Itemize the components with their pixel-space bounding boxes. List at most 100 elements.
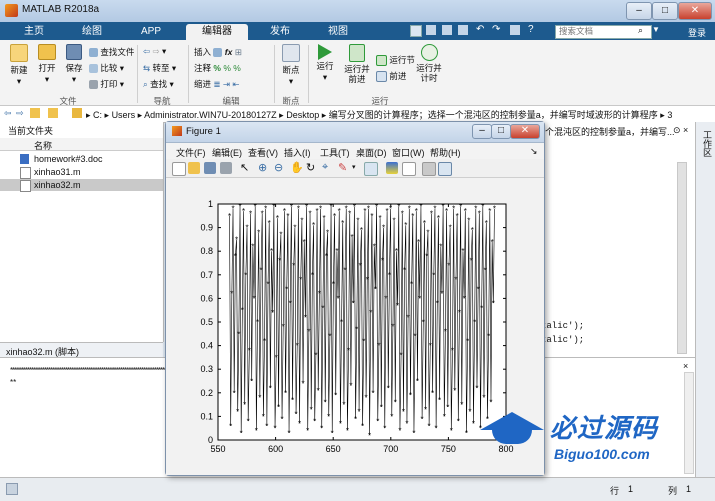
- up-folder-icon[interactable]: [30, 108, 40, 118]
- new-figure-icon[interactable]: [172, 162, 186, 176]
- find-files-button[interactable]: 查找文件: [89, 46, 134, 58]
- run-section-button[interactable]: 运行节: [376, 54, 415, 67]
- save-button[interactable]: 保存 ▾: [61, 44, 87, 85]
- comment-button[interactable]: 注释 % % %: [194, 62, 241, 74]
- login-link[interactable]: 登录: [688, 26, 706, 39]
- close-button[interactable]: ✕: [678, 2, 712, 20]
- zoom-out-icon[interactable]: ⊖: [274, 161, 283, 174]
- save-figure-icon[interactable]: [204, 162, 216, 174]
- graduation-cap-base-icon: [492, 430, 532, 444]
- undo-icon[interactable]: ↶: [476, 24, 484, 35]
- data-point-marker: *: [470, 257, 473, 266]
- menu-desktop[interactable]: 桌面(D): [356, 146, 387, 159]
- print-button[interactable]: 打印 ▾: [89, 78, 124, 90]
- link-plot-icon[interactable]: [364, 162, 378, 176]
- maximize-button[interactable]: □: [652, 2, 678, 20]
- rotate-3d-icon[interactable]: ↻: [306, 161, 315, 174]
- figure-maximize-button[interactable]: □: [491, 124, 511, 139]
- data-point-marker: *: [245, 224, 248, 233]
- find-button[interactable]: ⌕ 查找 ▾: [143, 78, 174, 90]
- figure-title-bar[interactable]: Figure 1 – □ ✕: [166, 122, 544, 143]
- search-icon[interactable]: ⌕: [638, 25, 643, 36]
- chevron-down-icon: ▾: [322, 72, 328, 82]
- workspace-strip[interactable]: 工作区: [695, 122, 715, 477]
- open-button[interactable]: 打开 ▾: [34, 44, 60, 85]
- data-point-marker: *: [323, 214, 326, 223]
- save-icon[interactable]: [410, 25, 422, 37]
- data-point-marker: *: [415, 207, 418, 216]
- open-file-icon[interactable]: [188, 162, 200, 174]
- advance-button[interactable]: 前进: [376, 70, 406, 83]
- show-plot-tools-icon[interactable]: [438, 162, 452, 176]
- menu-view[interactable]: 查看(V): [248, 146, 278, 159]
- dock-icon[interactable]: ↘: [530, 146, 538, 157]
- paste-icon[interactable]: [458, 25, 468, 35]
- run-and-time-button[interactable]: 运行并 计时: [414, 44, 444, 83]
- copy-icon[interactable]: [442, 25, 452, 35]
- tab-home[interactable]: 主页: [8, 24, 60, 40]
- run-and-advance-button[interactable]: 运行并 前进: [342, 44, 372, 84]
- menu-insert[interactable]: 插入(I): [284, 146, 311, 159]
- new-button[interactable]: 新建 ▾: [6, 44, 32, 87]
- go-to-button[interactable]: ⇆ 转至 ▾: [143, 62, 176, 74]
- menu-tools[interactable]: 工具(T): [320, 146, 350, 159]
- outdent-icon[interactable]: ⇤: [232, 79, 239, 89]
- switch-windows-icon[interactable]: [510, 25, 520, 35]
- search-input[interactable]: [556, 26, 629, 36]
- hide-plot-tools-icon[interactable]: [422, 162, 436, 176]
- pan-icon[interactable]: ✋: [290, 161, 304, 174]
- indent-icon[interactable]: ⇥: [223, 79, 230, 89]
- search-dropdown-icon[interactable]: ▼: [652, 25, 660, 34]
- list-item[interactable]: xinhao31.m: [0, 166, 163, 179]
- browse-folder-icon[interactable]: [48, 108, 58, 118]
- code-line[interactable]: talic');: [541, 321, 584, 331]
- back-arrow-icon[interactable]: ⇦: [4, 108, 12, 119]
- redo-icon[interactable]: ↷: [492, 24, 500, 35]
- insert-colorbar-icon[interactable]: [386, 162, 398, 174]
- tab-publish[interactable]: 发布: [254, 24, 306, 40]
- uncomment-icon[interactable]: %: [223, 63, 231, 73]
- data-point-marker: *: [384, 294, 387, 303]
- minimize-button[interactable]: –: [626, 2, 652, 20]
- column-header[interactable]: 名称: [0, 138, 163, 151]
- tab-editor[interactable]: 编辑器: [186, 24, 248, 40]
- help-icon[interactable]: ?: [528, 24, 534, 35]
- editor-scrollbar[interactable]: [677, 162, 687, 354]
- data-point-marker: *: [360, 226, 363, 235]
- code-line[interactable]: talic');: [541, 335, 584, 345]
- figure-close-button[interactable]: ✕: [510, 124, 540, 139]
- tab-plots[interactable]: 绘图: [66, 24, 118, 40]
- list-item-selected[interactable]: xinhao32.m: [0, 179, 163, 192]
- panel-close-icon[interactable]: ×: [683, 361, 688, 371]
- run-button[interactable]: 运行 ▾: [312, 44, 338, 83]
- back-forward-buttons[interactable]: ⇦ ⇨ ▾: [143, 46, 166, 57]
- indent-button[interactable]: 缩进 ≣ ⇥ ⇤: [194, 78, 240, 90]
- menu-window[interactable]: 窗口(W): [392, 146, 425, 159]
- breakpoints-button[interactable]: 断点 ▾: [278, 44, 304, 87]
- menu-help[interactable]: 帮助(H): [430, 146, 461, 159]
- brush-icon[interactable]: ✎: [338, 161, 347, 174]
- list-item[interactable]: homework#3.doc: [0, 153, 163, 165]
- search-box[interactable]: ⌕: [555, 25, 652, 39]
- data-point-marker: *: [306, 427, 309, 436]
- compare-button[interactable]: 比较 ▾: [89, 62, 124, 74]
- pointer-icon[interactable]: ↖: [240, 161, 249, 174]
- forward-arrow-icon[interactable]: ⇨: [16, 108, 24, 119]
- cut-icon[interactable]: [426, 25, 436, 35]
- data-cursor-icon[interactable]: ⌖: [322, 161, 328, 174]
- function-icon[interactable]: fx: [225, 47, 233, 57]
- tab-apps[interactable]: APP: [125, 24, 177, 40]
- tab-view[interactable]: 视图: [312, 24, 364, 40]
- data-point-marker: *: [387, 384, 390, 393]
- insert-button[interactable]: 插入 fx ⊞: [194, 46, 242, 58]
- menu-file[interactable]: 文件(F): [176, 146, 206, 159]
- insert-more-icon[interactable]: ⊞: [235, 47, 242, 57]
- zoom-in-icon[interactable]: ⊕: [258, 161, 267, 174]
- wrap-comments-icon[interactable]: %: [233, 63, 241, 73]
- brush-dropdown-icon[interactable]: ▾: [352, 163, 356, 171]
- figure-minimize-button[interactable]: –: [472, 124, 492, 139]
- breadcrumb[interactable]: ▸ C: ▸ Users ▸ Administrator.WIN7U-20180…: [86, 108, 672, 121]
- insert-legend-icon[interactable]: [402, 162, 416, 176]
- print-figure-icon[interactable]: [220, 162, 232, 174]
- menu-edit[interactable]: 编辑(E): [212, 146, 242, 159]
